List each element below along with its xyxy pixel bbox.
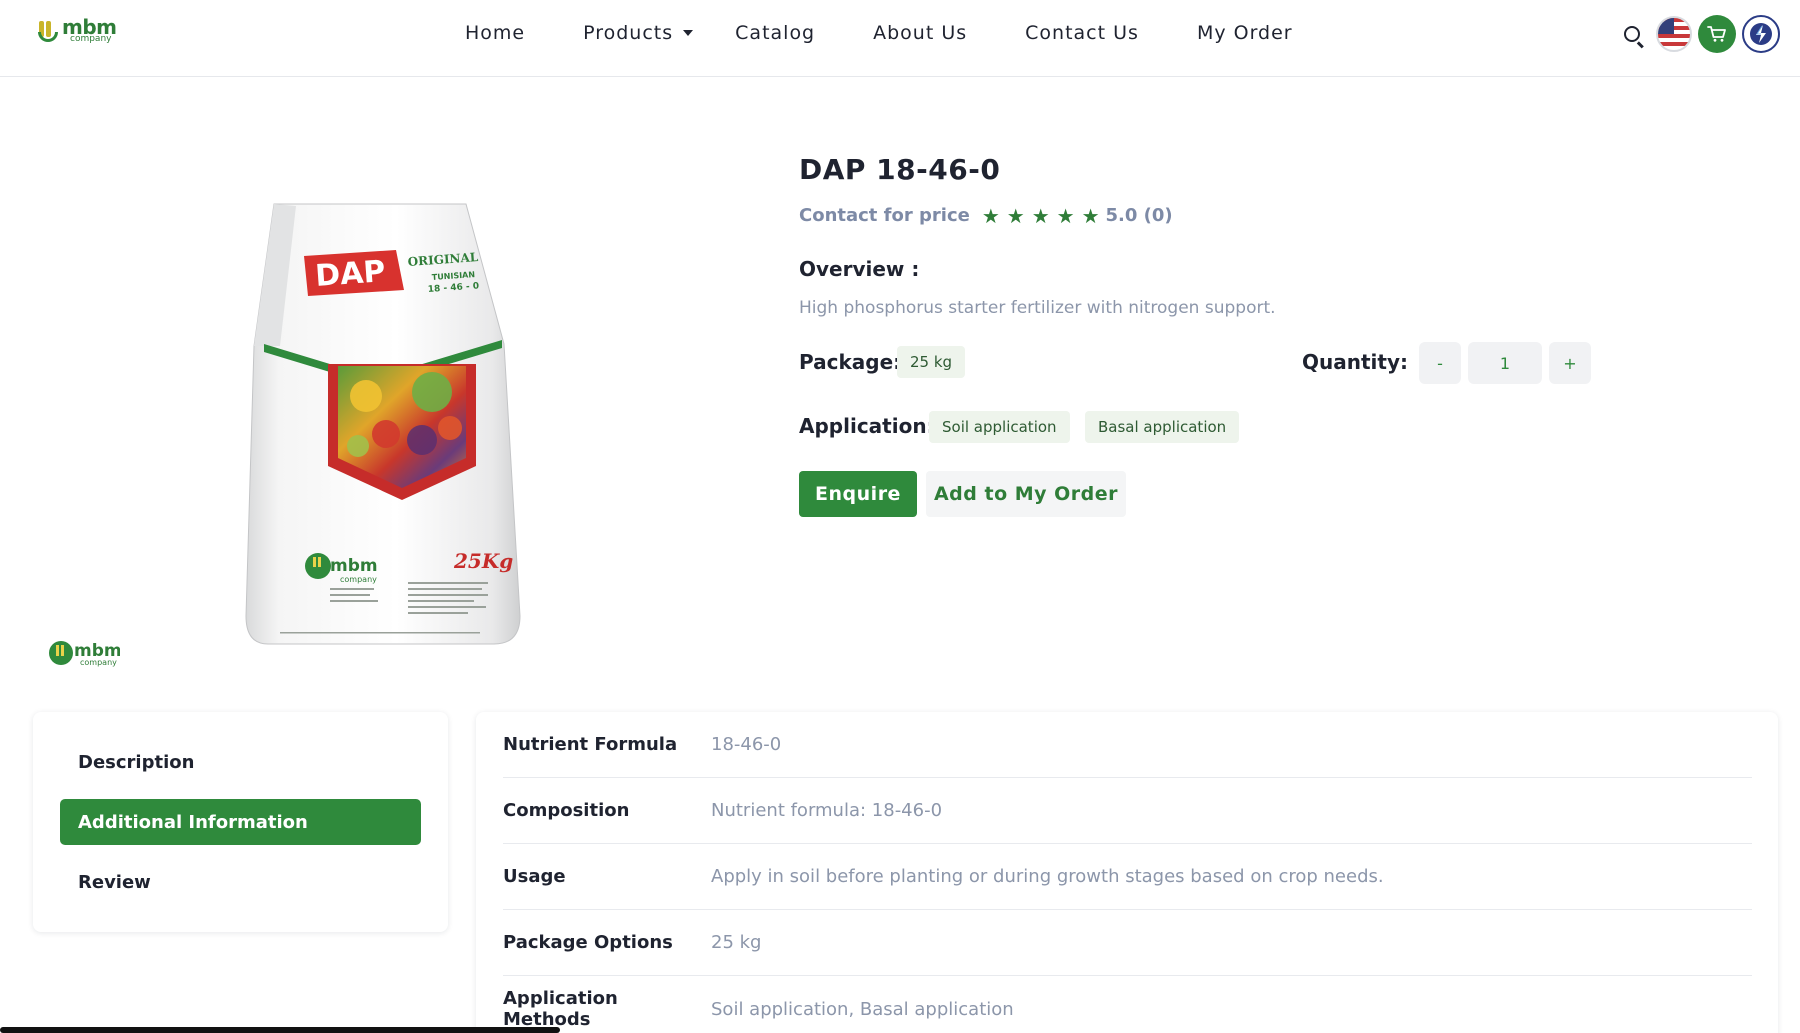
row-key: Usage: [503, 866, 566, 887]
nav-products[interactable]: Products: [583, 22, 694, 44]
tab-additional-information[interactable]: Additional Information: [60, 799, 421, 845]
caret-down-icon: [683, 30, 694, 36]
application-option-basal[interactable]: Basal application: [1085, 411, 1240, 443]
application-label: Application:: [799, 414, 935, 438]
price-rating-row: Contact for price ★ ★ ★ ★ ★ 5.0 (0): [799, 205, 1173, 226]
package-label: Package:: [799, 350, 902, 374]
row-key: Composition: [503, 800, 630, 821]
logo-mark-icon: [36, 18, 60, 44]
star-icon: ★: [1056, 203, 1075, 228]
overview-text: High phosphorus starter fertilizer with …: [799, 298, 1276, 318]
row-value: 18-46-0: [711, 734, 782, 755]
language-switch-icon[interactable]: [1742, 15, 1780, 53]
rating-text: 5.0 (0): [1105, 205, 1173, 226]
horizontal-scrollbar[interactable]: [0, 1027, 560, 1033]
table-row: Nutrient Formula 18-46-0: [503, 712, 1752, 778]
nav-contact[interactable]: Contact Us: [1025, 22, 1139, 44]
additional-info-table: Nutrient Formula 18-46-0 Composition Nut…: [476, 712, 1778, 1033]
logo-subtitle: company: [70, 34, 112, 44]
product-tabs: Description Additional Information Revie…: [33, 712, 448, 932]
bag-brand-tag: DAP: [314, 254, 386, 294]
enquire-button[interactable]: Enquire: [799, 471, 917, 517]
cart-icon[interactable]: [1698, 15, 1736, 53]
tab-review[interactable]: Review: [60, 859, 421, 905]
site-logo[interactable]: mbm company: [36, 17, 117, 44]
nav-products-label[interactable]: Products: [583, 22, 673, 44]
watermark-logo: mbm company: [48, 638, 122, 672]
product-title: DAP 18-46-0: [799, 153, 1001, 186]
table-row: Package Options 25 kg: [503, 910, 1752, 976]
site-header: mbm company Home Products Catalog About …: [0, 0, 1800, 77]
bag-logo-sub: company: [340, 575, 377, 584]
bag-weight: 25Kg: [453, 549, 513, 573]
nav-catalog[interactable]: Catalog: [735, 22, 815, 44]
bag-logo-word: mbm: [330, 556, 378, 576]
table-row: Application Methods Soil application, Ba…: [503, 976, 1752, 1033]
row-key: Nutrient Formula: [503, 734, 678, 755]
main-nav: Home Products Catalog About Us Contact U…: [465, 0, 1293, 66]
star-icon: ★: [981, 203, 1000, 228]
nav-home[interactable]: Home: [465, 22, 525, 44]
row-key: Package Options: [503, 932, 673, 953]
us-flag-icon[interactable]: [1656, 16, 1692, 52]
overview-label: Overview :: [799, 257, 920, 281]
quantity-increase-button[interactable]: +: [1549, 342, 1591, 384]
quantity-label: Quantity:: [1302, 350, 1408, 374]
table-row: Composition Nutrient formula: 18-46-0: [503, 778, 1752, 844]
header-actions: [1614, 15, 1780, 53]
tab-description[interactable]: Description: [60, 739, 421, 785]
watermark-logo-sub: company: [80, 658, 117, 667]
add-to-order-button[interactable]: Add to My Order: [926, 471, 1126, 517]
product-image[interactable]: DAP ORIGINAL TUNISIAN 18 - 46 - 0 mbm co…: [236, 196, 526, 651]
row-key: Application Methods: [503, 988, 618, 1030]
package-option[interactable]: 25 kg: [897, 346, 966, 378]
application-option-soil[interactable]: Soil application: [929, 411, 1070, 443]
nav-about[interactable]: About Us: [873, 22, 967, 44]
star-icon: ★: [1006, 203, 1025, 228]
nav-my-order[interactable]: My Order: [1197, 22, 1293, 44]
quantity-decrease-button[interactable]: -: [1419, 342, 1461, 384]
price-text: Contact for price: [799, 205, 970, 226]
star-icon: ★: [1081, 203, 1100, 228]
search-icon[interactable]: [1614, 16, 1650, 52]
rating-stars: ★ ★ ★ ★ ★: [982, 206, 1100, 226]
row-value: Apply in soil before planting or during …: [711, 866, 1384, 887]
quantity-input[interactable]: 1: [1468, 342, 1542, 384]
row-value: Soil application, Basal application: [711, 998, 1014, 1020]
row-value: Nutrient formula: 18-46-0: [711, 800, 943, 821]
table-row: Usage Apply in soil before planting or d…: [503, 844, 1752, 910]
row-value: 25 kg: [711, 932, 762, 953]
star-icon: ★: [1031, 203, 1050, 228]
